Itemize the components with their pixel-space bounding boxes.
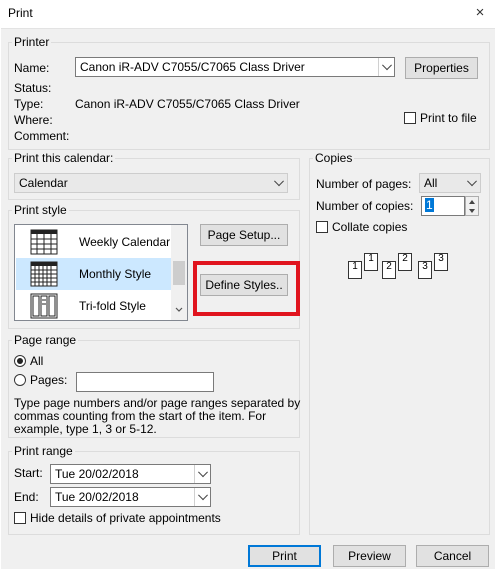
start-date-value: Tue 20/02/2018 <box>55 467 139 481</box>
preview-button[interactable]: Preview <box>333 545 406 567</box>
num-copies-input[interactable]: 1 <box>421 196 465 216</box>
collate-page: 3 <box>418 261 432 279</box>
scrollbar-thumb[interactable] <box>173 261 185 285</box>
collate-label: Collate copies <box>332 220 408 234</box>
chevron-down-icon[interactable] <box>271 174 287 192</box>
spin-down-icon[interactable] <box>468 208 476 214</box>
num-copies-value: 1 <box>425 198 434 212</box>
scroll-down-icon[interactable] <box>175 307 183 313</box>
style-label-trifold: Tri-fold Style <box>79 299 146 313</box>
style-item-weekly[interactable]: Weekly Calendar S <box>16 226 182 258</box>
collate-page: 3 <box>434 253 448 271</box>
printer-name-label: Name: <box>14 61 50 75</box>
copies-spinner[interactable] <box>465 196 479 216</box>
collate-page: 2 <box>382 261 396 279</box>
pages-label: Pages: <box>30 373 68 387</box>
chevron-down-icon[interactable] <box>378 58 394 76</box>
pages-radio[interactable] <box>14 374 26 386</box>
print-range-legend: Print range <box>12 444 75 458</box>
close-icon[interactable]: × <box>470 4 490 22</box>
start-date-picker[interactable]: Tue 20/02/2018 <box>50 464 211 484</box>
weekly-calendar-icon <box>30 229 58 255</box>
style-label-monthly: Monthly Style <box>79 267 152 281</box>
print-to-file-label: Print to file <box>420 111 477 125</box>
page-setup-button[interactable]: Page Setup... <box>200 224 288 246</box>
print-calendar-legend: Print this calendar: <box>12 151 116 165</box>
print-style-list[interactable]: Weekly Calendar S Monthly Style Tri-fold… <box>14 224 188 321</box>
calendar-dropdown[interactable]: Calendar <box>14 173 288 193</box>
copies-legend: Copies <box>313 151 355 165</box>
printer-legend: Printer <box>12 35 52 49</box>
printer-name-dropdown[interactable]: Canon iR-ADV C7055/C7065 Class Driver <box>75 57 395 77</box>
print-style-legend: Print style <box>12 203 69 217</box>
monthly-calendar-icon <box>30 261 58 287</box>
chevron-down-icon[interactable] <box>464 174 480 192</box>
page-range-help-line3: example, type 1, 3 or 5-12. <box>14 422 157 436</box>
end-date-picker[interactable]: Tue 20/02/2018 <box>50 487 211 507</box>
highlight-box <box>193 261 300 316</box>
chevron-down-icon[interactable] <box>194 465 210 483</box>
list-scrollbar[interactable] <box>171 225 187 320</box>
end-date-value: Tue 20/02/2018 <box>55 490 139 504</box>
num-pages-label: Number of pages: <box>316 177 412 191</box>
page-range-help-line2: commas counting from the start of the it… <box>14 409 267 423</box>
trifold-icon <box>30 293 58 319</box>
pages-input[interactable] <box>76 372 214 392</box>
print-button[interactable]: Print <box>248 545 321 567</box>
comment-label: Comment: <box>14 129 70 143</box>
page-range-legend: Page range <box>12 333 79 347</box>
window-title: Print <box>8 6 33 20</box>
spin-up-icon[interactable] <box>468 199 476 205</box>
style-label-weekly: Weekly Calendar S <box>79 235 182 249</box>
page-range-help-line1: Type page numbers and/or page ranges sep… <box>14 396 301 410</box>
style-item-trifold[interactable]: Tri-fold Style <box>16 290 171 320</box>
collate-illustration: 1 1 2 2 3 3 <box>348 253 458 283</box>
all-pages-radio[interactable] <box>14 355 26 367</box>
cancel-button[interactable]: Cancel <box>416 545 489 567</box>
title-bar: Print × <box>0 0 496 28</box>
collate-page: 2 <box>398 253 412 271</box>
collate-page: 1 <box>348 261 362 279</box>
collate-checkbox[interactable] <box>316 221 328 233</box>
where-label: Where: <box>14 113 53 127</box>
print-to-file-checkbox[interactable] <box>404 112 416 124</box>
hide-private-checkbox[interactable] <box>14 512 26 524</box>
num-pages-value: All <box>424 176 438 190</box>
all-pages-label: All <box>30 354 44 368</box>
hide-private-label: Hide details of private appointments <box>30 511 221 525</box>
end-label: End: <box>14 490 39 504</box>
type-label: Type: <box>14 97 44 111</box>
status-label: Status: <box>14 81 52 95</box>
properties-button[interactable]: Properties <box>405 57 478 79</box>
collate-page: 1 <box>364 253 378 271</box>
chevron-down-icon[interactable] <box>194 488 210 506</box>
num-pages-dropdown[interactable]: All <box>419 173 481 193</box>
calendar-value: Calendar <box>19 176 68 190</box>
num-copies-label: Number of copies: <box>316 199 414 213</box>
style-item-monthly[interactable]: Monthly Style <box>16 258 171 290</box>
start-label: Start: <box>14 466 43 480</box>
type-value: Canon iR-ADV C7055/C7065 Class Driver <box>75 97 300 111</box>
printer-name-value: Canon iR-ADV C7055/C7065 Class Driver <box>80 60 305 74</box>
